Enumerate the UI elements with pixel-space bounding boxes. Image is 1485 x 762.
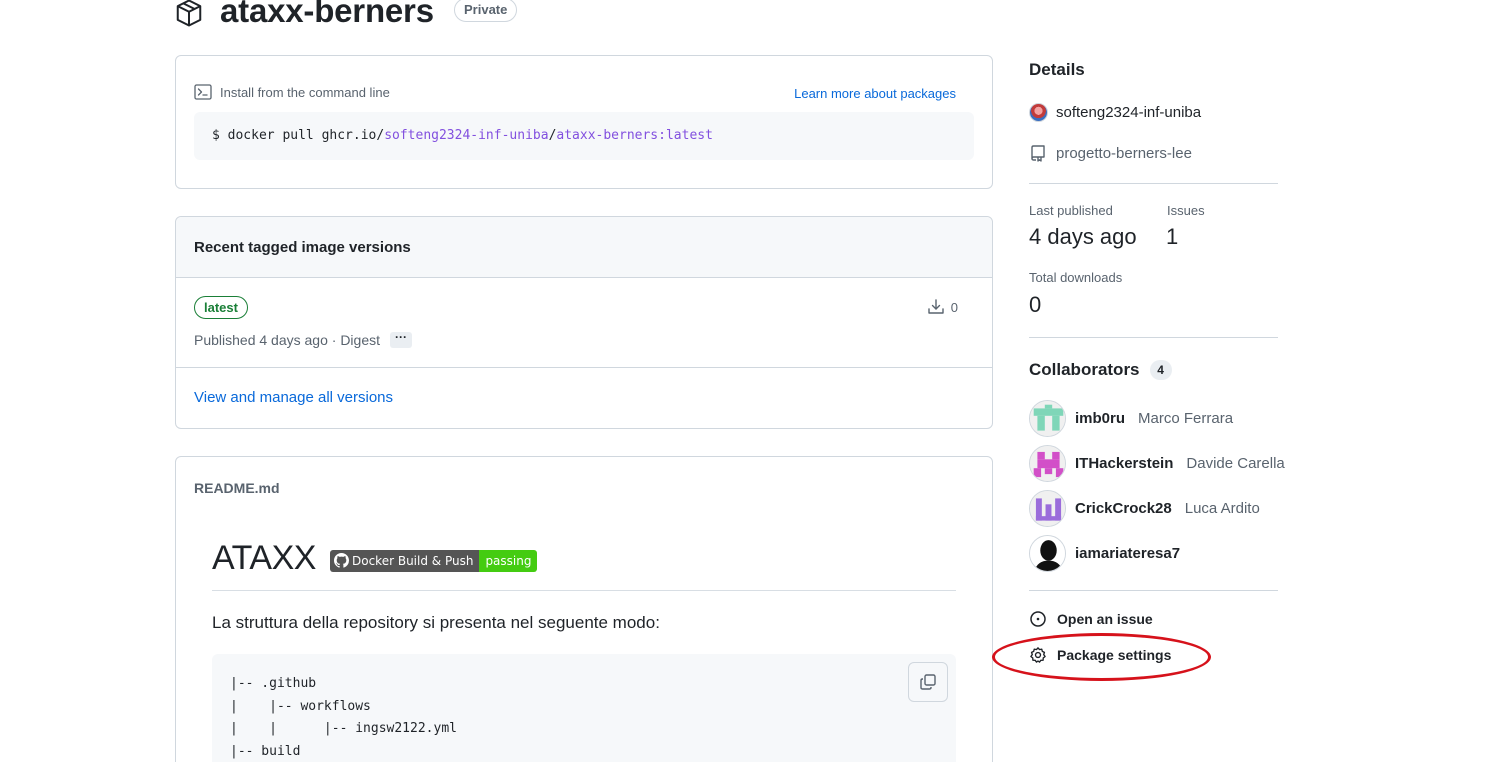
visibility-badge: Private (454, 0, 518, 22)
divider (176, 367, 992, 368)
issues-value[interactable]: 1 (1166, 224, 1178, 250)
org-avatar (1029, 103, 1048, 122)
cmd-image: ataxx-berners:latest (556, 128, 713, 143)
learn-more-link[interactable]: Learn more about packages (794, 86, 956, 101)
collaborator-name: Marco Ferrara (1138, 410, 1234, 427)
badge-label-text: Docker Build & Push (352, 554, 474, 568)
identicon (1030, 491, 1065, 526)
install-box: Install from the command line Learn more… (175, 55, 993, 189)
divider (1029, 337, 1278, 338)
published-text: Published 4 days ago · Digest (194, 332, 380, 348)
avatar (1029, 490, 1066, 527)
code-content: |-- .github | |-- workflows | | |-- ings… (230, 676, 457, 759)
readme-paragraph: La struttura della repository si present… (212, 613, 660, 632)
readme-box: README.md ATAXX Docker Build & Push pass… (175, 456, 993, 762)
terminal-icon (194, 84, 212, 100)
identicon (1030, 401, 1065, 436)
build-status-badge[interactable]: Docker Build & Push passing (330, 550, 538, 572)
versions-box: Recent tagged image versions latest 0 Pu… (175, 216, 993, 429)
badge-label: Docker Build & Push (330, 550, 480, 572)
open-issue-link[interactable]: Open an issue (1029, 610, 1153, 628)
collaborator-item[interactable]: imb0ru Marco Ferrara (1029, 400, 1233, 437)
divider (1029, 590, 1278, 591)
badge-status: passing (479, 550, 538, 572)
collaborator-login: ITHackerstein (1075, 455, 1174, 472)
issue-icon (1030, 611, 1046, 627)
open-issue-label: Open an issue (1057, 611, 1153, 627)
copy-button[interactable] (908, 662, 948, 702)
package-title: ataxx-berners (220, 0, 434, 29)
repository-name: progetto-berners-lee (1056, 144, 1192, 162)
collaborators-header: Collaborators 4 (1029, 360, 1172, 380)
collaborator-login: imb0ru (1075, 410, 1126, 427)
readme-filename: README.md (194, 480, 280, 496)
collaborators-title: Collaborators (1029, 360, 1140, 379)
collaborator-item[interactable]: ITHackerstein Davide Carella (1029, 445, 1285, 482)
readme-heading: ATAXX (212, 539, 316, 577)
heading-rule (212, 590, 956, 591)
avatar (1029, 535, 1066, 572)
install-title: Install from the command line (220, 84, 390, 100)
last-published-label: Last published (1029, 203, 1113, 218)
digest-expand-button[interactable]: ··· (390, 331, 412, 348)
collaborator-login: CrickCrock28 (1075, 500, 1172, 517)
repo-icon (1031, 145, 1045, 162)
download-icon (928, 299, 944, 314)
collaborator-login: iamariateresa7 (1075, 545, 1181, 562)
package-icon (176, 0, 202, 27)
view-all-versions-link[interactable]: View and manage all versions (194, 389, 393, 406)
collaborator-name: Luca Ardito (1184, 500, 1260, 517)
download-count: 0 (950, 299, 958, 315)
install-header: Install from the command line (194, 84, 390, 100)
avatar (1029, 400, 1066, 437)
github-icon (334, 553, 349, 568)
cmd-owner: softeng2324-inf-uniba (384, 128, 549, 143)
versions-title: Recent tagged image versions (176, 217, 992, 278)
collaborator-item[interactable]: iamariateresa7 (1029, 535, 1180, 572)
details-title: Details (1029, 60, 1085, 79)
collaborator-item[interactable]: CrickCrock28 Luca Ardito (1029, 490, 1260, 527)
issues-label: Issues (1167, 203, 1205, 218)
divider (1029, 183, 1278, 184)
downloads-value: 0 (1029, 292, 1042, 317)
identicon (1030, 446, 1065, 481)
repository-link[interactable]: progetto-berners-lee (1029, 144, 1192, 162)
tag-latest[interactable]: latest (194, 296, 248, 319)
copy-icon (920, 674, 936, 690)
version-downloads: 0 (927, 298, 958, 316)
last-published-value: 4 days ago (1029, 224, 1137, 249)
owner-name: softeng2324-inf-uniba (1056, 104, 1202, 121)
package-settings-label: Package settings (1057, 647, 1172, 663)
silhouette-avatar (1030, 536, 1065, 571)
package-settings-link[interactable]: Package settings (1029, 646, 1171, 664)
collaborators-count: 4 (1149, 360, 1172, 380)
collaborator-name: Davide Carella (1186, 455, 1285, 472)
downloads-label: Total downloads (1029, 270, 1123, 285)
published-info: Published 4 days ago · Digest ··· (194, 331, 412, 348)
gear-icon (1030, 647, 1046, 663)
docker-pull-command[interactable]: $ docker pull ghcr.io/softeng2324-inf-un… (194, 112, 974, 160)
avatar (1029, 445, 1066, 482)
cmd-prefix: $ docker pull ghcr.io/ (212, 128, 385, 143)
owner-link[interactable]: softeng2324-inf-uniba (1029, 103, 1201, 122)
code-block: |-- .github | |-- workflows | | |-- ings… (212, 654, 956, 762)
